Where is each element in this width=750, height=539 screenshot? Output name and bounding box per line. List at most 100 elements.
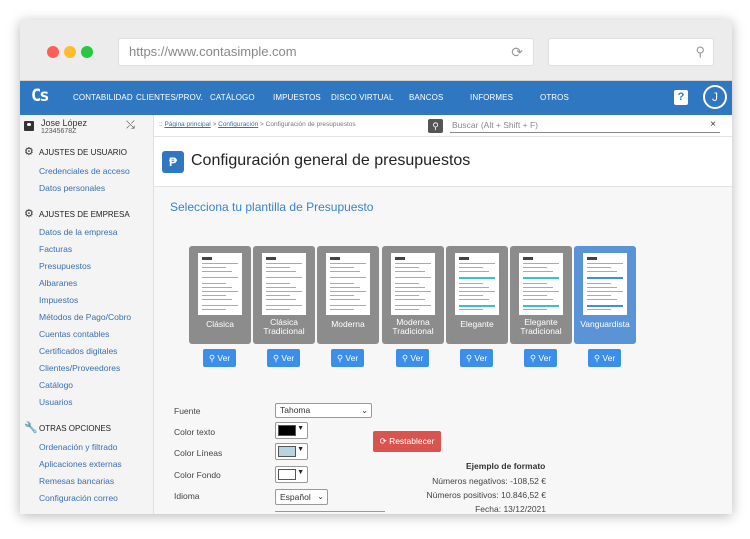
sidebar-item-catalogo[interactable]: Catálogo	[39, 380, 73, 390]
nav-catalogo[interactable]: CATÁLOGO	[210, 93, 255, 102]
help-icon[interactable]: ?	[674, 90, 688, 105]
minimize-window-button[interactable]	[64, 46, 76, 58]
text-color-label: Color texto	[174, 427, 216, 437]
app-navbar: Cs CONTABILIDAD CLIENTES/PROV. CATÁLOGO …	[20, 81, 732, 115]
sidebar-item-usuarios[interactable]: Usuarios	[39, 397, 73, 407]
language-select[interactable]: Español ⌄	[275, 489, 328, 505]
thumbnail-line	[330, 291, 366, 292]
bg-color-label: Color Fondo	[174, 470, 221, 480]
avatar[interactable]: J	[703, 85, 727, 109]
template-card[interactable]: Elegante	[446, 246, 508, 344]
template-card[interactable]: Moderna Tradicional	[382, 246, 444, 344]
switch-company-icon[interactable]: ⤯	[126, 119, 135, 132]
browser-search-field[interactable]: ⚲	[548, 38, 714, 66]
sidebar-item-impuestos[interactable]: Impuestos	[39, 295, 78, 305]
breadcrumb-config[interactable]: Configuración	[218, 121, 258, 128]
thumbnail-line	[459, 263, 495, 264]
view-template-button[interactable]: ⚲ Ver	[203, 349, 236, 367]
view-template-button[interactable]: ⚲ Ver	[588, 349, 621, 367]
thumbnail-line	[459, 309, 483, 310]
nav-disco-virtual[interactable]: DISCO VIRTUAL	[331, 93, 394, 102]
breadcrumb-home[interactable]: Página principal	[164, 121, 210, 128]
template-card[interactable]: Clásica Tradicional	[253, 246, 315, 344]
sidebar-item-datos-empresa[interactable]: Datos de la empresa	[39, 227, 117, 237]
thumbnail-line	[202, 267, 226, 268]
address-bar[interactable]: https://www.contasimple.com ⟳	[118, 38, 534, 66]
template-card[interactable]: Vanguardista	[574, 246, 636, 344]
caret-down-icon: ▼	[297, 469, 304, 476]
template-label: Moderna Tradicional	[392, 317, 434, 336]
sidebar-item-certificados[interactable]: Certificados digitales	[39, 346, 117, 356]
nav-bancos[interactable]: BANCOS	[409, 93, 443, 102]
reset-button[interactable]: ⟳ Restablecer	[373, 431, 441, 452]
nav-informes[interactable]: INFORMES	[470, 93, 513, 102]
example-title: Ejemplo de formato	[466, 461, 546, 471]
sidebar-item-remesas[interactable]: Remesas bancarias	[39, 476, 114, 486]
sidebar-item-credenciales[interactable]: Credenciales de acceso	[39, 166, 130, 176]
thumbnail-line	[587, 283, 611, 284]
sidebar-item-clientes-proveedores[interactable]: Clientes/Proveedores	[39, 363, 120, 373]
view-template-button[interactable]: ⚲ Ver	[267, 349, 300, 367]
thumbnail-line	[266, 277, 302, 278]
sidebar-item-presupuestos[interactable]: Presupuestos	[39, 261, 91, 271]
sidebar-item-config-correo[interactable]: Configuración correo	[39, 493, 118, 503]
thumbnail-line	[330, 295, 354, 296]
reload-icon[interactable]: ⟳	[511, 39, 523, 65]
sidebar-item-ordenacion[interactable]: Ordenación y filtrado	[39, 442, 117, 452]
thumbnail-line	[202, 277, 238, 278]
nav-clientes-prov[interactable]: CLIENTES/PROV.	[136, 93, 203, 102]
contasimple-logo[interactable]: Cs	[31, 86, 57, 110]
template-card[interactable]: Elegante Tradicional	[510, 246, 572, 344]
view-template-button[interactable]: ⚲ Ver	[331, 349, 364, 367]
thumbnail-line	[523, 309, 547, 310]
thumbnail-line	[266, 295, 290, 296]
clear-search-icon[interactable]: ×	[710, 119, 716, 131]
nav-contabilidad[interactable]: CONTABILIDAD	[73, 93, 133, 102]
thumbnail-line	[395, 309, 419, 310]
view-label: Ver	[602, 353, 616, 363]
thumbnail-line	[395, 283, 419, 284]
gear-icon: ⚙	[24, 208, 34, 220]
section-ajustes-usuario: ⚙ AJUSTES DE USUARIO	[24, 145, 127, 158]
close-window-button[interactable]	[47, 46, 59, 58]
sidebar-item-aplicaciones-externas[interactable]: Aplicaciones externas	[39, 459, 122, 469]
thumbnail-line	[330, 277, 366, 278]
bg-color-picker[interactable]: ▼	[275, 466, 308, 483]
gear-icon: ⚙	[24, 146, 34, 158]
main-panel	[154, 186, 732, 514]
template-card[interactable]: Clásica	[189, 246, 251, 344]
font-select[interactable]: Tahoma ⌄	[275, 403, 372, 418]
line-color-picker[interactable]: ▼	[275, 443, 308, 460]
text-color-picker[interactable]: ▼	[275, 422, 308, 439]
chevron-down-icon: ⌄	[361, 406, 368, 415]
reset-label: Restablecer	[389, 436, 435, 446]
maximize-window-button[interactable]	[81, 46, 93, 58]
user-box: Jose López 12345678Z ⤯	[20, 115, 154, 137]
view-template-button[interactable]: ⚲ Ver	[460, 349, 493, 367]
thumbnail-line	[202, 291, 238, 292]
sidebar-item-facturas[interactable]: Facturas	[39, 244, 72, 254]
thumbnail-logo	[266, 257, 276, 260]
breadcrumb-current: Configuración de presupuestos	[265, 121, 356, 128]
nav-impuestos[interactable]: IMPUESTOS	[273, 93, 321, 102]
nav-otros[interactable]: OTROS	[540, 93, 569, 102]
section-title: AJUSTES DE USUARIO	[39, 148, 128, 157]
text-color-swatch	[278, 425, 296, 436]
thumbnail-line	[587, 291, 623, 292]
template-thumbnail	[455, 253, 499, 315]
search-input[interactable]: Buscar (Alt + Shift + F) ×	[450, 119, 720, 133]
view-template-button[interactable]: ⚲ Ver	[396, 349, 429, 367]
search-icon[interactable]: ⚲	[428, 119, 443, 133]
sidebar-item-datos-personales[interactable]: Datos personales	[39, 183, 105, 193]
thumbnail-line	[459, 291, 495, 292]
thumbnail-line	[330, 267, 354, 268]
thumbnail-line	[395, 299, 425, 300]
view-template-button[interactable]: ⚲ Ver	[524, 349, 557, 367]
sidebar-item-metodos-pago[interactable]: Métodos de Pago/Cobro	[39, 312, 131, 322]
sidebar-item-albaranes[interactable]: Albaranes	[39, 278, 77, 288]
template-card[interactable]: Moderna	[317, 246, 379, 344]
sidebar: Jose López 12345678Z ⤯ ⚙ AJUSTES DE USUAR…	[20, 115, 154, 514]
additional-field[interactable]	[275, 511, 385, 514]
sidebar-item-cuentas-contables[interactable]: Cuentas contables	[39, 329, 109, 339]
url-text: https://www.contasimple.com	[129, 44, 297, 59]
